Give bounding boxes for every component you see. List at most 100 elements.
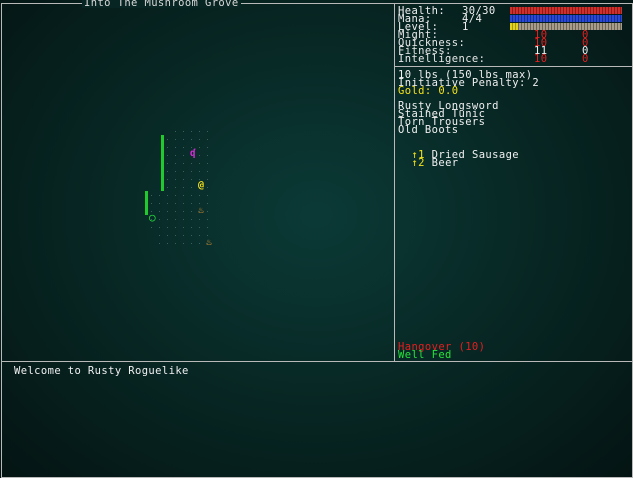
floor-dot [207, 211, 208, 212]
floor-dot [191, 187, 192, 188]
floor-dot [167, 219, 168, 220]
floor-dot [207, 219, 208, 220]
floor-dot [175, 139, 176, 140]
floor-dot [199, 243, 200, 244]
floor-dot [199, 163, 200, 164]
floor-dot [207, 227, 208, 228]
floor-dot [167, 187, 168, 188]
floor-dot [199, 235, 200, 236]
floor-dot [151, 195, 152, 196]
floor-dot [183, 195, 184, 196]
floor-dot [159, 211, 160, 212]
floor-dot [207, 139, 208, 140]
floor-dot [167, 163, 168, 164]
floor-dot [167, 243, 168, 244]
floor-dot [167, 179, 168, 180]
floor-dot [175, 131, 176, 132]
floor-dot [191, 219, 192, 220]
floor-dot [167, 211, 168, 212]
floor-dot [183, 211, 184, 212]
floor-dot [175, 203, 176, 204]
floor-dot [175, 219, 176, 220]
floor-dot [199, 147, 200, 148]
consumable-item[interactable]: ↑2 Beer [398, 151, 459, 169]
floor-dot [175, 171, 176, 172]
floor-dot [183, 219, 184, 220]
floor-dot [191, 163, 192, 164]
floor-dot [183, 139, 184, 140]
floor-dot [207, 163, 208, 164]
player-glyph[interactable]: @ [198, 181, 204, 191]
floor-dot [207, 187, 208, 188]
floor-dot [159, 243, 160, 244]
floor-dot [207, 179, 208, 180]
floor-dot [175, 187, 176, 188]
floor-dot [207, 235, 208, 236]
floor-dot [175, 195, 176, 196]
message-log-panel [1, 361, 633, 478]
map-viewport[interactable]: ʠ @ ♨ ♨ ○ [2, 4, 394, 361]
floor-dot [175, 147, 176, 148]
floor-dot [183, 171, 184, 172]
floor-dot [199, 195, 200, 196]
floor-dot [191, 171, 192, 172]
floor-dot [159, 227, 160, 228]
level-value: 1 [462, 21, 469, 33]
floor-dot [207, 131, 208, 132]
log-message: Welcome to Rusty Roguelike [14, 365, 189, 377]
floor-dot [199, 219, 200, 220]
consumable-name: Beer [431, 157, 459, 169]
floor-dot [207, 155, 208, 156]
floor-dot [191, 179, 192, 180]
panel-divider [395, 66, 633, 67]
floor-dot [183, 243, 184, 244]
floor-dot [207, 147, 208, 148]
attribute-name: Intelligence: [398, 53, 486, 65]
floor-dot [191, 195, 192, 196]
ring-glyph[interactable]: ○ [149, 212, 156, 223]
health-bar [510, 7, 622, 14]
equipped-item[interactable]: Old Boots [398, 125, 459, 136]
mana-bar [510, 15, 622, 22]
floor-dot [167, 195, 168, 196]
wall-segment [145, 191, 148, 215]
floor-dot [207, 171, 208, 172]
floor-dot [183, 203, 184, 204]
hotkey-label: ↑2 [411, 157, 425, 169]
floor-dot [159, 195, 160, 196]
floor-dot [183, 163, 184, 164]
floor-dot [175, 179, 176, 180]
consumable-item[interactable]: ↑1 Dried Sausage [398, 143, 519, 161]
floor-dot [167, 139, 168, 140]
attribute-bonus: 0 [582, 53, 589, 65]
gold-text: Gold: 0.0 [398, 85, 459, 97]
floor-dot [159, 219, 160, 220]
floor-dot [167, 147, 168, 148]
floor-dot [159, 235, 160, 236]
item-glyph[interactable]: ♨ [206, 238, 212, 248]
xp-bar [510, 23, 622, 30]
item-glyph[interactable]: ♨ [198, 206, 204, 216]
floor-dot [183, 147, 184, 148]
floor-dot [175, 235, 176, 236]
floor-dot [183, 235, 184, 236]
floor-dot [167, 203, 168, 204]
floor-dot [183, 179, 184, 180]
floor-dot [183, 131, 184, 132]
floor-dot [175, 243, 176, 244]
floor-dot [151, 203, 152, 204]
floor-dot [199, 155, 200, 156]
floor-dot [199, 131, 200, 132]
floor-dot [183, 227, 184, 228]
floor-dot [175, 227, 176, 228]
attribute-value: 10 [534, 53, 548, 65]
floor-dot [167, 235, 168, 236]
floor-dot [175, 163, 176, 164]
floor-dot [191, 235, 192, 236]
monster-glyph[interactable]: ʠ [190, 149, 196, 159]
status-effect: Well Fed [398, 349, 452, 361]
floor-dot [207, 195, 208, 196]
floor-dot [191, 203, 192, 204]
floor-dot [199, 227, 200, 228]
floor-dot [191, 243, 192, 244]
